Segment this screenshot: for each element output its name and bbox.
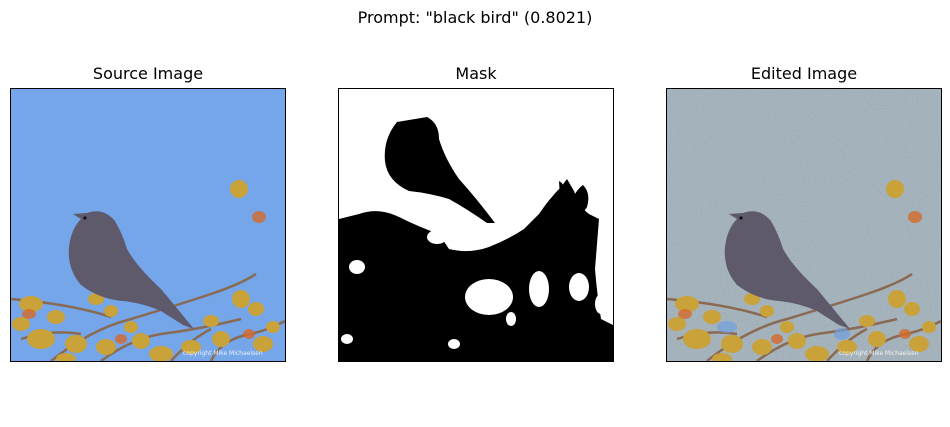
edited-image: copyright Mike Michaelsen — [667, 89, 941, 361]
bird-eye — [83, 216, 87, 220]
mask-panel — [338, 88, 614, 362]
mask-image — [339, 89, 613, 361]
edited-watermark: copyright Mike Michaelsen — [839, 350, 919, 357]
source-image-panel: copyright Mike Michaelsen — [10, 88, 286, 362]
source-watermark: copyright Mike Michaelsen — [183, 350, 263, 357]
source-image-title: Source Image — [92, 64, 204, 83]
source-image: copyright Mike Michaelsen — [11, 89, 285, 361]
edited-bird-eye — [739, 216, 743, 220]
mask-title: Mask — [455, 64, 497, 83]
edited-image-title: Edited Image — [750, 64, 858, 83]
figure-title: Prompt: "black bird" (0.8021) — [357, 8, 593, 27]
edited-image-panel: copyright Mike Michaelsen — [666, 88, 942, 362]
